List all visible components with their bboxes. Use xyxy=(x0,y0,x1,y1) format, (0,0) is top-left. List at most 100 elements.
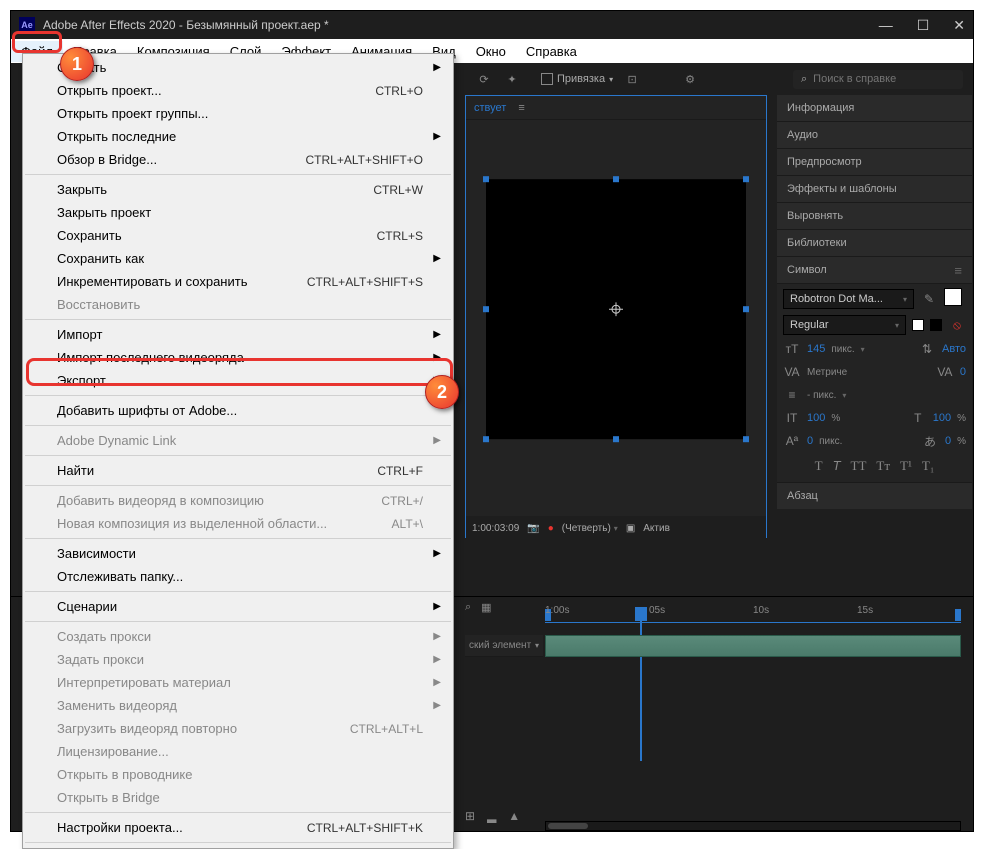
help-search[interactable]: ⌕ xyxy=(793,70,963,89)
rotate-icon[interactable]: ⟳ xyxy=(475,70,493,88)
panel-menu-icon[interactable]: ≡ xyxy=(954,263,962,278)
anchor-point-icon[interactable] xyxy=(609,302,623,316)
baseline-value[interactable]: 0 xyxy=(807,435,813,447)
canvas-area[interactable]: 1:00:03:09 📷 ● (Четверть) ▾ ▣ Актив xyxy=(466,120,766,540)
search-input[interactable] xyxy=(813,73,955,85)
layer-track-bar[interactable] xyxy=(545,635,961,657)
toggle-switches-icon[interactable]: ⊞ xyxy=(465,809,475,823)
timecode[interactable]: 1:00:03:09 xyxy=(472,523,519,534)
handle-ml[interactable] xyxy=(483,306,489,312)
menu-item-label: Импорт последнего видеоряда xyxy=(57,350,423,365)
composition-canvas[interactable] xyxy=(486,179,746,439)
font-size-value[interactable]: 145 xyxy=(807,343,825,355)
tsume-value[interactable]: 0 xyxy=(945,435,951,447)
menu-item[interactable]: Импорт▶ xyxy=(23,323,453,346)
camera-icon[interactable]: ▣ xyxy=(626,523,635,534)
hscale-value[interactable]: 100 xyxy=(933,412,951,424)
panel-align[interactable]: Выровнять xyxy=(777,203,972,230)
no-stroke-icon[interactable]: ⦸ xyxy=(948,316,966,334)
puppet-icon[interactable]: ✦ xyxy=(503,70,521,88)
resolution-dropdown[interactable]: (Четверть) ▾ xyxy=(562,523,618,534)
menu-item[interactable]: Открыть последние▶ xyxy=(23,125,453,148)
handle-tm[interactable] xyxy=(613,176,619,182)
allcaps-button[interactable]: TT xyxy=(851,458,867,474)
snap-toggle[interactable]: Привязка ▾ xyxy=(541,73,613,85)
handle-tr[interactable] xyxy=(743,176,749,182)
menu-item[interactable]: Инкрементировать и сохранитьCTRL+ALT+SHI… xyxy=(23,270,453,293)
handle-bl[interactable] xyxy=(483,436,489,442)
channels-icon[interactable]: ● xyxy=(548,523,554,534)
menu-window[interactable]: Окно xyxy=(466,41,516,62)
panel-paragraph[interactable]: Абзац xyxy=(777,482,972,509)
font-style-select[interactable]: Regular▾ xyxy=(783,315,906,335)
menu-item[interactable]: Открыть проект...CTRL+O xyxy=(23,79,453,102)
search-icon[interactable]: ⌕ xyxy=(465,601,471,614)
menu-item[interactable]: СохранитьCTRL+S xyxy=(23,224,453,247)
minimize-button[interactable]: — xyxy=(879,17,893,34)
handle-bm[interactable] xyxy=(613,436,619,442)
handle-tl[interactable] xyxy=(483,176,489,182)
menu-item[interactable]: Импорт последнего видеоряда ▶ xyxy=(23,346,453,369)
submenu-arrow-icon: ▶ xyxy=(433,352,441,363)
snapshot-icon[interactable]: 📷 xyxy=(527,523,539,534)
settings-icon[interactable]: ⚙ xyxy=(681,70,699,88)
workarea-end[interactable] xyxy=(955,609,961,621)
zoom-in-icon[interactable]: ▂ xyxy=(487,809,496,823)
maximize-button[interactable]: ☐ xyxy=(917,17,930,34)
layer-row[interactable]: ский элемент ▾ xyxy=(465,635,543,657)
panel-menu-icon[interactable]: ≡ xyxy=(518,102,524,114)
leading-value[interactable]: Авто xyxy=(942,343,966,355)
bold-button[interactable]: T xyxy=(815,458,823,474)
panel-audio[interactable]: Аудио xyxy=(777,122,972,149)
viewer-tab-label[interactable]: ствует xyxy=(474,102,506,114)
menu-item[interactable]: Отслеживать папку... xyxy=(23,565,453,588)
tracking-value[interactable]: 0 xyxy=(960,366,966,378)
vscale-value[interactable]: 100 xyxy=(807,412,825,424)
kerning-value[interactable]: Метриче xyxy=(807,367,847,378)
handle-br[interactable] xyxy=(743,436,749,442)
zoom-out-icon[interactable]: ▲ xyxy=(508,809,520,823)
timeline-scrollbar[interactable] xyxy=(545,821,961,831)
handle-mr[interactable] xyxy=(743,306,749,312)
menu-item-shortcut: ALT+\ xyxy=(392,517,423,531)
black-swatch[interactable] xyxy=(930,319,942,331)
playhead[interactable] xyxy=(635,607,647,621)
menu-item[interactable]: Настройки проекта...CTRL+ALT+SHIFT+K xyxy=(23,816,453,839)
comp-icon[interactable]: ▦ xyxy=(481,601,491,614)
menu-item[interactable]: Экспорт▶ xyxy=(23,369,453,392)
menu-item[interactable]: Обзор в Bridge...CTRL+ALT+SHIFT+O xyxy=(23,148,453,171)
white-swatch[interactable] xyxy=(912,319,924,331)
menu-item[interactable]: Добавить шрифты от Adobe... xyxy=(23,399,453,422)
panel-libraries[interactable]: Библиотеки xyxy=(777,230,972,257)
menu-item[interactable]: Открыть проект группы... xyxy=(23,102,453,125)
active-camera-label[interactable]: Актив xyxy=(643,523,670,534)
menu-item[interactable]: Зависимости▶ xyxy=(23,542,453,565)
panel-effects[interactable]: Эффекты и шаблоны xyxy=(777,176,972,203)
italic-button[interactable]: T xyxy=(833,458,841,474)
fill-stroke-swatch[interactable] xyxy=(944,288,966,310)
panel-character[interactable]: Символ ≡ xyxy=(777,257,972,284)
menu-item-label: Лицензирование... xyxy=(57,744,423,759)
font-family-select[interactable]: Robotron Dot Ma...▾ xyxy=(783,289,914,309)
menu-item[interactable]: НайтиCTRL+F xyxy=(23,459,453,482)
menu-item[interactable]: Сохранить как▶ xyxy=(23,247,453,270)
menu-separator xyxy=(25,174,451,175)
panel-info[interactable]: Информация xyxy=(777,95,972,122)
close-button[interactable]: ✕ xyxy=(953,17,965,34)
eyedropper-icon[interactable]: ✎ xyxy=(920,290,938,308)
menu-help[interactable]: Справка xyxy=(516,41,587,62)
smallcaps-button[interactable]: Tᴛ xyxy=(876,458,890,474)
bounds-icon[interactable]: ⊡ xyxy=(623,70,641,88)
menu-item[interactable]: Сценарии▶ xyxy=(23,595,453,618)
stroke-width-value[interactable]: - пикс. xyxy=(807,390,836,401)
menu-item[interactable]: Закрыть проект xyxy=(23,201,453,224)
panel-preview[interactable]: Предпросмотр xyxy=(777,149,972,176)
superscript-button[interactable]: T¹ xyxy=(900,458,912,474)
chevron-down-icon: ▾ xyxy=(535,641,539,650)
scrollbar-thumb[interactable] xyxy=(548,823,588,829)
menu-item[interactable]: ЗакрытьCTRL+W xyxy=(23,178,453,201)
fill-swatch[interactable] xyxy=(944,288,962,306)
composition-viewer: ствует ≡ 1:00:03:09 📷 ● xyxy=(465,95,767,538)
subscript-button[interactable]: T₁ xyxy=(922,458,934,474)
time-ruler[interactable]: 1:00s 05s 10s 15s xyxy=(545,605,961,623)
